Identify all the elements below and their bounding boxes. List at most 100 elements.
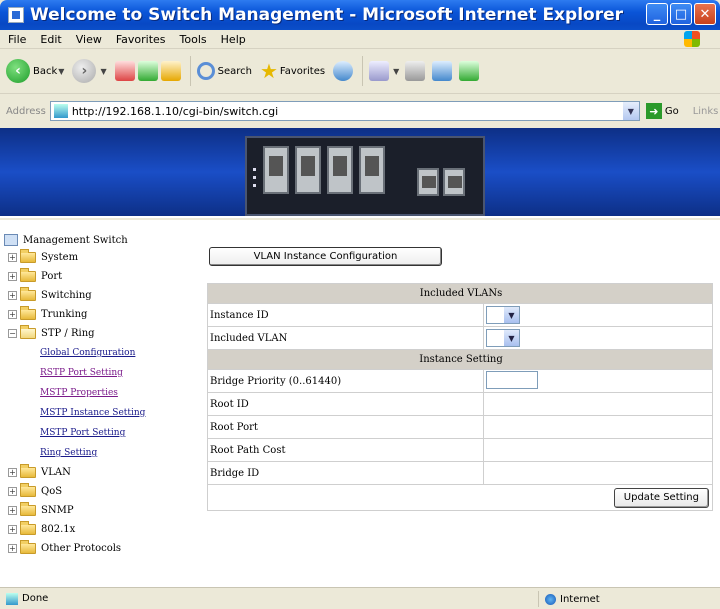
ie-app-icon (8, 7, 24, 23)
vlan-instance-configuration-button[interactable]: VLAN Instance Configuration (209, 247, 442, 266)
forward-dropdown-icon[interactable]: ▼ (100, 67, 106, 76)
folder-icon (20, 268, 36, 282)
table-row: Root Port (207, 415, 713, 439)
update-row: Update Setting (207, 484, 713, 511)
minimize-button[interactable]: _ (646, 3, 668, 25)
sidebar-item-vlan[interactable]: + VLAN (0, 463, 202, 482)
bridge-id-value (483, 461, 713, 485)
update-setting-button[interactable]: Update Setting (613, 487, 709, 508)
table-row: Root ID (207, 392, 713, 416)
sidebar-item-switching[interactable]: + Switching (0, 286, 202, 305)
menu-edit[interactable]: Edit (40, 33, 61, 46)
sidebar-item-label: STP / Ring (41, 328, 95, 339)
sidebar-item-trunking[interactable]: + Trunking (0, 305, 202, 324)
sidebar-item-label: VLAN (41, 467, 71, 478)
menu-file[interactable]: File (8, 33, 26, 46)
included-vlan-cell: ▼ (483, 326, 713, 350)
link-mstp-instance-setting[interactable]: MSTP Instance Setting (0, 403, 202, 423)
bridge-priority-cell (483, 369, 713, 393)
status-led (253, 176, 256, 179)
link-rstp-port-setting[interactable]: RSTP Port Setting (0, 363, 202, 383)
tree-root[interactable]: Management Switch (0, 232, 202, 248)
instance-id-select[interactable]: ▼ (486, 306, 520, 324)
folder-icon (20, 306, 36, 320)
sidebar-item-system[interactable]: + System (0, 248, 202, 267)
history-icon[interactable] (333, 61, 354, 81)
link-mstp-properties[interactable]: MSTP Properties (0, 383, 202, 403)
link-mstp-port-setting[interactable]: MSTP Port Setting (0, 423, 202, 443)
sidebar-item-other-protocols[interactable]: + Other Protocols (0, 539, 202, 558)
favorites-button[interactable]: ★ Favorites (260, 59, 325, 83)
maximize-button[interactable]: □ (670, 3, 692, 25)
expand-icon[interactable]: + (8, 525, 17, 534)
print-icon[interactable] (405, 61, 426, 81)
switch-front-panel-image (245, 136, 485, 216)
sidebar-item-qos[interactable]: + QoS (0, 482, 202, 501)
status-led (253, 184, 256, 187)
toolbar: ‹ Back ▼ › ▼ Search ★ Favorites ▼ (0, 49, 720, 94)
sidebar-item-label: SNMP (41, 505, 74, 516)
sidebar-item-802-1x[interactable]: + 802.1x (0, 520, 202, 539)
expand-icon[interactable]: + (8, 468, 17, 477)
messenger-icon[interactable] (459, 61, 480, 81)
sidebar-item-label: 802.1x (41, 524, 76, 535)
expand-icon[interactable]: + (8, 506, 17, 515)
stop-icon[interactable] (114, 61, 135, 81)
root-id-value (483, 392, 713, 416)
expand-icon[interactable]: + (8, 253, 17, 262)
home-icon[interactable] (160, 61, 181, 81)
back-label: Back (33, 65, 58, 77)
expand-icon[interactable]: + (8, 291, 17, 300)
ethernet-port (295, 146, 321, 194)
link-ring-setting[interactable]: Ring Setting (0, 443, 202, 463)
included-vlan-select[interactable]: ▼ (486, 329, 520, 347)
table-header-row: Instance Setting (207, 349, 713, 370)
go-button[interactable]: ➜ Go (645, 103, 679, 119)
mail-icon[interactable] (369, 61, 390, 81)
table-row: Bridge Priority (0..61440) (207, 369, 713, 393)
menu-help[interactable]: Help (221, 33, 246, 46)
table-row: Update Setting (207, 484, 713, 511)
folder-icon (20, 540, 36, 554)
search-button[interactable]: Search (196, 62, 252, 80)
search-icon (196, 62, 215, 80)
expand-icon[interactable]: + (8, 544, 17, 553)
folder-icon (20, 249, 36, 263)
table-row: Instance ID ▼ (207, 303, 713, 327)
forward-button[interactable]: › ▼ (72, 59, 107, 83)
expand-icon[interactable]: + (8, 487, 17, 496)
edit-page-icon[interactable] (432, 61, 453, 81)
back-dropdown-icon[interactable]: ▼ (58, 67, 64, 76)
links-button[interactable]: Links (693, 106, 719, 117)
sidebar-item-stp-ring[interactable]: − STP / Ring (0, 324, 202, 343)
address-bar: Address http://192.168.1.10/cgi-bin/swit… (0, 94, 720, 128)
collapse-icon[interactable]: − (8, 329, 17, 338)
expand-icon[interactable]: + (8, 310, 17, 319)
menu-favorites[interactable]: Favorites (116, 33, 166, 46)
folder-icon (20, 483, 36, 497)
refresh-icon[interactable] (137, 61, 158, 81)
zone-label: Internet (560, 593, 600, 605)
menu-bar: File Edit View Favorites Tools Help (0, 30, 720, 49)
window-title: Welcome to Switch Management - Microsoft… (30, 5, 623, 25)
status-text: Done (22, 593, 49, 604)
address-input[interactable]: http://192.168.1.10/cgi-bin/switch.cgi ▼ (49, 101, 640, 121)
sidebar-item-snmp[interactable]: + SNMP (0, 501, 202, 520)
sidebar-item-label: Trunking (41, 309, 88, 320)
bridge-priority-input[interactable] (486, 370, 538, 389)
mail-dropdown-icon[interactable]: ▼ (393, 67, 399, 76)
ethernet-port (263, 146, 289, 194)
close-button[interactable]: ✕ (694, 3, 716, 25)
root-port-value (483, 415, 713, 439)
fiber-port (417, 168, 439, 196)
nav-tree: Management Switch + System + Port + Swit… (0, 220, 202, 587)
status-led (253, 168, 256, 171)
link-global-configuration[interactable]: Global Configuration (0, 343, 202, 363)
expand-icon[interactable]: + (8, 272, 17, 281)
back-button[interactable]: ‹ Back ▼ (6, 59, 64, 83)
folder-icon (20, 464, 36, 478)
address-dropdown-icon[interactable]: ▼ (622, 102, 639, 120)
menu-view[interactable]: View (76, 33, 102, 46)
sidebar-item-port[interactable]: + Port (0, 267, 202, 286)
menu-tools[interactable]: Tools (180, 33, 207, 46)
